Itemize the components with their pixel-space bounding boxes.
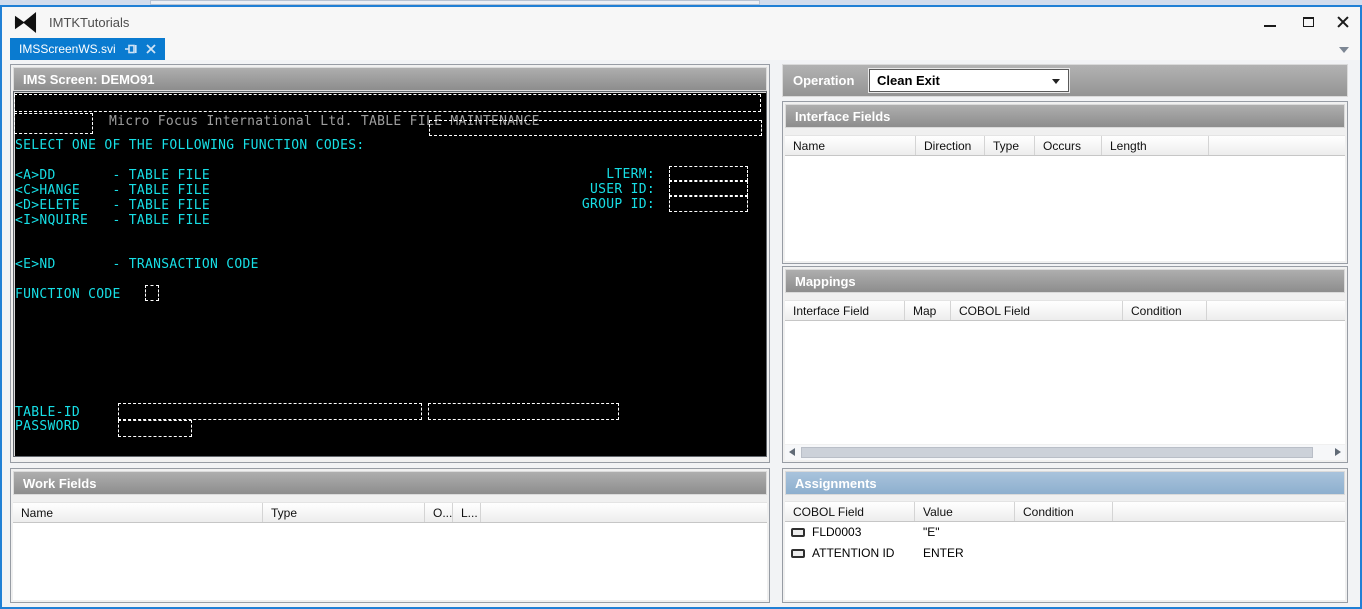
interface-fields-column-headers: Name Direction Type Occurs Length <box>785 135 1345 156</box>
column-header-condition: Condition <box>1123 301 1207 320</box>
mappings-list[interactable] <box>785 321 1345 444</box>
terminal-select-line: SELECT ONE OF THE FOLLOWING FUNCTION COD… <box>15 138 365 153</box>
screen-field-user-id[interactable] <box>669 181 748 196</box>
work-fields-panel: Work Fields Name Type O... L... <box>10 468 770 603</box>
assignment-value: "E" <box>923 525 940 539</box>
column-header-name: Name <box>785 136 916 155</box>
assignment-condition <box>1015 522 1113 543</box>
column-header-cobol-field: COBOL Field <box>951 301 1123 320</box>
document-tab-bar: IMSScreenWS.svi <box>2 38 1360 60</box>
main-window-frame: IMTKTutorials IMSScreenWS.svi IMS Screen… <box>0 5 1362 609</box>
work-fields-column-headers: Name Type O... L... <box>13 502 767 523</box>
terminal-code-end: <E>ND - TRANSACTION CODE <box>15 257 259 272</box>
assignments-header: Assignments <box>785 471 1345 495</box>
operation-selected-value: Clean Exit <box>877 73 940 88</box>
terminal-code-add: <A>DD - TABLE FILE <box>15 168 211 183</box>
close-icon <box>1337 16 1349 28</box>
assignment-value: ENTER <box>923 546 964 560</box>
operation-bar: Operation Clean Exit <box>782 64 1348 97</box>
column-header-interface-field: Interface Field <box>785 301 905 320</box>
mappings-header: Mappings <box>785 269 1345 293</box>
screen-field-group-id[interactable] <box>669 196 748 212</box>
terminal-function-code-label: FUNCTION CODE <box>15 287 121 302</box>
interface-fields-header: Interface Fields <box>785 104 1345 128</box>
column-header-value: Value <box>915 502 1015 521</box>
screen-field-lterm[interactable] <box>669 166 748 181</box>
assignment-condition <box>1015 543 1113 564</box>
tab-label: IMSScreenWS.svi <box>19 42 116 56</box>
screen-field-table-id-2[interactable] <box>428 403 619 420</box>
cobol-field-icon <box>791 549 805 558</box>
terminal-password-label: PASSWORD <box>15 419 81 434</box>
cobol-field-icon <box>791 528 805 537</box>
pin-icon[interactable] <box>124 44 137 54</box>
mappings-column-headers: Interface Field Map COBOL Field Conditio… <box>785 300 1345 321</box>
column-header-name: Name <box>13 503 263 522</box>
minimize-icon <box>1264 25 1276 27</box>
column-header-occurs: O... <box>425 503 453 522</box>
assignments-panel: Assignments COBOL Field Value Condition … <box>782 468 1348 603</box>
tab-imsscreenws[interactable]: IMSScreenWS.svi <box>10 38 165 60</box>
visual-studio-logo-icon <box>14 11 37 34</box>
assignment-row[interactable]: FLD0003 "E" <box>785 522 1345 543</box>
close-button[interactable] <box>1324 7 1362 37</box>
tab-close-icon[interactable] <box>146 44 156 54</box>
maximize-button[interactable] <box>1289 7 1327 37</box>
assignment-row[interactable]: ATTENTION ID ENTER <box>785 543 1345 564</box>
ims-terminal-screen[interactable]: Micro Focus International Ltd. TABLE FIL… <box>13 91 767 457</box>
interface-fields-list[interactable] <box>785 156 1345 261</box>
scroll-left-icon[interactable] <box>789 448 795 456</box>
column-header-direction: Direction <box>916 136 985 155</box>
screen-field-message[interactable] <box>429 120 762 136</box>
column-header-length: Length <box>1102 136 1209 155</box>
screen-field-password[interactable] <box>118 420 192 437</box>
assignments-column-headers: COBOL Field Value Condition <box>785 501 1345 522</box>
ims-screen-panel: IMS Screen: DEMO91 Micro Focus Internati… <box>10 64 770 463</box>
work-fields-header: Work Fields <box>13 471 767 495</box>
column-header-type: Type <box>263 503 425 522</box>
mappings-horizontal-scrollbar[interactable] <box>785 445 1345 460</box>
screen-field-header-line[interactable] <box>14 94 761 112</box>
terminal-code-delete: <D>ELETE - TABLE FILE <box>15 198 211 213</box>
assignments-list[interactable]: FLD0003 "E" ATTENTION ID ENTER <box>785 522 1345 600</box>
application-window: IMTKTutorials IMSScreenWS.svi IMS Screen… <box>0 0 1362 609</box>
screen-field-function-code[interactable] <box>145 285 159 301</box>
maximize-icon <box>1302 17 1314 27</box>
column-header-map: Map <box>905 301 951 320</box>
assignment-cobol-field: FLD0003 <box>812 525 862 539</box>
minimize-button[interactable] <box>1251 7 1289 37</box>
interface-fields-panel: Interface Fields Name Direction Type Occ… <box>782 101 1348 264</box>
screen-field-table-id[interactable] <box>118 403 422 420</box>
screen-field-trancode[interactable] <box>14 113 93 134</box>
column-header-occurs: Occurs <box>1035 136 1102 155</box>
title-bar[interactable]: IMTKTutorials <box>2 7 1360 38</box>
column-header-length: L... <box>453 503 481 522</box>
column-header-type: Type <box>985 136 1035 155</box>
operation-dropdown[interactable]: Clean Exit <box>869 69 1069 92</box>
terminal-id-labels: LTERM: USER ID: GROUP ID: <box>581 167 655 212</box>
column-header-cobol-field: COBOL Field <box>785 502 915 521</box>
terminal-table-id-label: TABLE-ID <box>15 405 81 420</box>
terminal-code-change: <C>HANGE - TABLE FILE <box>15 183 211 198</box>
terminal-code-inquire: <I>NQUIRE - TABLE FILE <box>15 213 211 228</box>
tab-overflow-dropdown-icon[interactable] <box>1339 47 1349 53</box>
window-title: IMTKTutorials <box>49 15 130 30</box>
dropdown-arrow-icon <box>1052 79 1060 84</box>
assignment-cobol-field: ATTENTION ID <box>812 546 895 560</box>
operation-label: Operation <box>793 73 855 88</box>
mappings-panel: Mappings Interface Field Map COBOL Field… <box>782 266 1348 463</box>
scroll-right-icon[interactable] <box>1335 448 1341 456</box>
column-header-condition: Condition <box>1015 502 1113 521</box>
work-fields-list[interactable] <box>13 523 767 600</box>
scrollbar-thumb[interactable] <box>801 447 1313 458</box>
ims-screen-panel-header: IMS Screen: DEMO91 <box>13 67 767 91</box>
